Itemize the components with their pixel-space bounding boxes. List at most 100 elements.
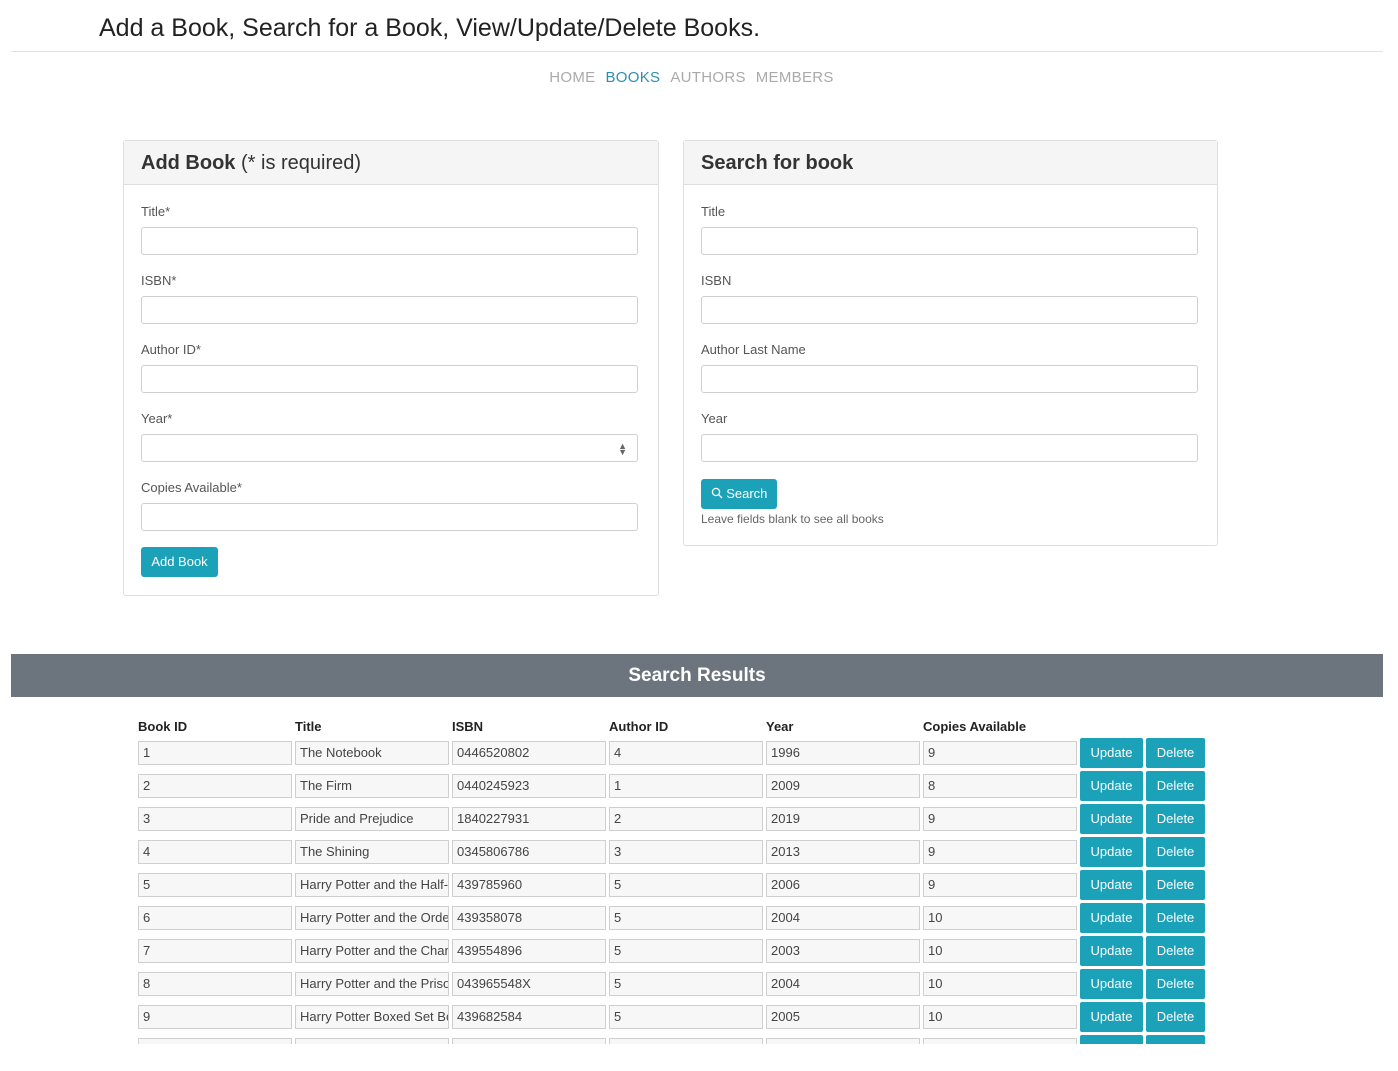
row-title-field[interactable]: Pride and Prejudice [295,807,449,831]
row-copies-field[interactable]: 9 [923,840,1077,864]
row-year-field[interactable]: 2004 [766,972,920,996]
row-author-id-field[interactable]: 3 [609,840,763,864]
search-results-header: Search Results [11,654,1383,697]
row-year-field[interactable]: 2019 [766,807,920,831]
row-author-id-field[interactable]: 2 [609,807,763,831]
row-book-id-field[interactable]: 4 [138,840,292,864]
row-isbn-field[interactable]: 1840227931 [452,807,606,831]
search-button[interactable]: Search [701,479,777,509]
row-book-id-field[interactable]: 1 [138,741,292,765]
search-year-input[interactable] [701,434,1198,462]
row-book-id-field[interactable]: 9 [138,1005,292,1029]
row-copies-field[interactable]: 10 [923,972,1077,996]
update-button[interactable]: Update [1080,903,1143,933]
table-cell: Delete [1146,969,1205,999]
delete-button[interactable]: Delete [1146,1002,1205,1032]
row-copies-field[interactable]: 10 [923,1038,1077,1044]
delete-button[interactable]: Delete [1146,771,1205,801]
row-author-id-field[interactable]: 5 [609,873,763,897]
search-author-input[interactable] [701,365,1198,393]
update-button[interactable]: Update [1080,870,1143,900]
delete-button[interactable]: Delete [1146,837,1205,867]
row-author-id-field[interactable]: 5 [609,906,763,930]
add-year-input[interactable]: ▲ ▼ [141,434,638,462]
table-row: 1 The Notebook 0446520802 4 1996 9 Update Delet… [138,738,1205,768]
update-button[interactable]: Update [1080,936,1143,966]
update-button[interactable]: Update [1080,1002,1143,1032]
row-copies-field[interactable]: 8 [923,774,1077,798]
row-copies-field[interactable]: 10 [923,939,1077,963]
nav-home[interactable]: HOME [549,69,595,86]
row-title-field[interactable]: Harry Potter Boxed Set Bc [295,1005,449,1029]
row-year-field[interactable]: 2013 [766,840,920,864]
delete-button[interactable]: Delete [1146,936,1205,966]
delete-button[interactable]: Delete [1146,1035,1205,1044]
update-button[interactable]: Update [1080,804,1143,834]
row-isbn-field[interactable]: 439682584 [452,1005,606,1029]
row-copies-field[interactable]: 9 [923,873,1077,897]
row-author-id-field[interactable]: 5 [609,939,763,963]
row-year-field[interactable]: 2003 [766,939,920,963]
row-title-field[interactable]: The Firm [295,774,449,798]
delete-button[interactable]: Delete [1146,804,1205,834]
row-title-field[interactable]: Harry Potter and the Chan [295,939,449,963]
nav-members[interactable]: MEMBERS [756,69,834,86]
row-isbn-field[interactable]: 439554896 [452,939,606,963]
row-book-id-field[interactable]: 7 [138,939,292,963]
row-title-field[interactable]: Harry Potter and the Priso [295,972,449,996]
row-year-field[interactable]: 1996 [766,741,920,765]
row-isbn-field[interactable]: 0345806786 [452,840,606,864]
row-isbn-field[interactable]: 0440245923 [452,774,606,798]
row-author-id-field[interactable]: 5 [609,1005,763,1029]
row-title-field[interactable]: Harry Potter and the Orde [295,906,449,930]
row-author-id-field[interactable]: 1 [609,774,763,798]
row-isbn-field[interactable]: 439358078 [452,906,606,930]
row-year-field[interactable]: 2004 [766,906,920,930]
row-title-field[interactable]: Unauthorized Harry Potter [295,1038,449,1044]
row-copies-field[interactable]: 9 [923,807,1077,831]
row-title-field[interactable]: The Shining [295,840,449,864]
update-button[interactable]: Update [1080,738,1143,768]
search-title-input[interactable] [701,227,1198,255]
add-copies-input[interactable] [141,503,638,531]
row-copies-field[interactable]: 10 [923,906,1077,930]
row-year-field[interactable]: 2009 [766,774,920,798]
row-copies-field[interactable]: 10 [923,1005,1077,1029]
add-book-button[interactable]: Add Book [141,547,218,577]
delete-button[interactable]: Delete [1146,903,1205,933]
delete-button[interactable]: Delete [1146,738,1205,768]
row-copies-field[interactable]: 9 [923,741,1077,765]
row-author-id-field[interactable]: 6 [609,1038,763,1044]
row-isbn-field[interactable]: 976540606 [452,1038,606,1044]
nav-authors[interactable]: AUTHORS [670,69,745,86]
row-title-field[interactable]: Harry Potter and the Half- [295,873,449,897]
add-title-input[interactable] [141,227,638,255]
add-isbn-input[interactable] [141,296,638,324]
row-book-id-field[interactable]: 3 [138,807,292,831]
delete-button[interactable]: Delete [1146,969,1205,999]
row-book-id-field[interactable]: 8 [138,972,292,996]
row-isbn-field[interactable]: 0446520802 [452,741,606,765]
update-button[interactable]: Update [1080,1035,1143,1044]
spinner-arrows-icon[interactable]: ▲ ▼ [618,442,627,457]
row-year-field[interactable]: 2006 [766,873,920,897]
row-author-id-field[interactable]: 5 [609,972,763,996]
row-title-field[interactable]: The Notebook [295,741,449,765]
row-isbn-field[interactable]: 439785960 [452,873,606,897]
add-author-id-input[interactable] [141,365,638,393]
delete-button[interactable]: Delete [1146,870,1205,900]
row-book-id-field[interactable]: 5 [138,873,292,897]
update-button[interactable]: Update [1080,771,1143,801]
row-book-id-field[interactable]: 6 [138,906,292,930]
row-book-id-field[interactable]: 2 [138,774,292,798]
row-book-id-field[interactable]: 10 [138,1038,292,1044]
search-isbn-input[interactable] [701,296,1198,324]
row-year-field[interactable]: 2005 [766,1005,920,1029]
nav-books[interactable]: BOOKS [605,69,660,86]
search-year-label: Year [701,411,728,426]
row-isbn-field[interactable]: 043965548X [452,972,606,996]
row-year-field[interactable]: 2005 [766,1038,920,1044]
update-button[interactable]: Update [1080,969,1143,999]
update-button[interactable]: Update [1080,837,1143,867]
row-author-id-field[interactable]: 4 [609,741,763,765]
